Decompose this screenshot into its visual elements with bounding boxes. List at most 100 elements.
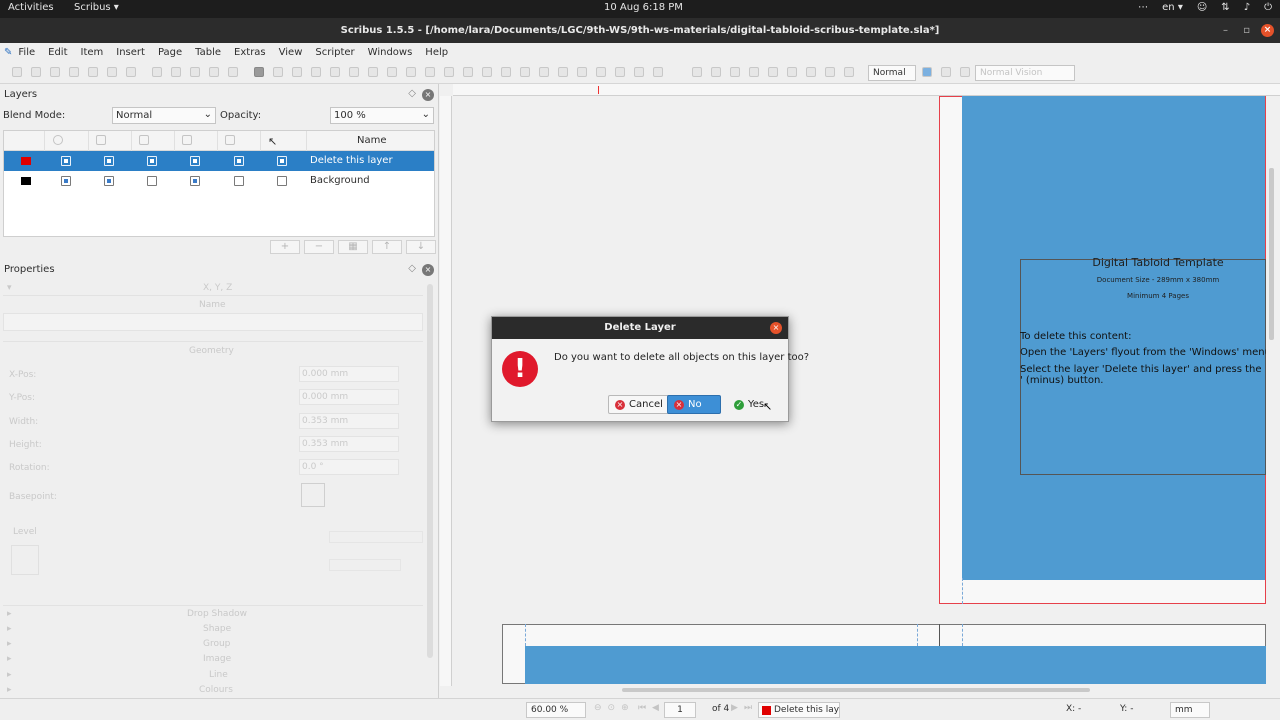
level-arrows-icon[interactable] [11,545,39,575]
first-page-icon[interactable]: ⏮ [638,703,646,713]
collapse-arrow-icon[interactable]: ▸ [7,609,12,619]
cut-icon[interactable] [190,67,200,77]
vertical-scrollbar[interactable] [1269,168,1274,340]
rotation-field[interactable]: 0.0 ° [299,459,399,475]
view-mode-select[interactable]: Normal [868,65,916,81]
shape-section[interactable]: Shape [203,624,231,634]
menu-table[interactable]: Table [195,47,221,58]
print-icon[interactable] [88,67,98,77]
collapse-arrow-icon[interactable]: ▸ [7,639,12,649]
polygon-icon[interactable] [368,67,378,77]
paste-icon[interactable] [228,67,238,77]
horizontal-ruler[interactable] [453,84,1280,96]
menu-scripter[interactable]: Scripter [315,47,354,58]
rotate-icon[interactable] [501,67,511,77]
zoom-field[interactable]: 60.00 % [526,702,586,718]
pdf-list-box-icon[interactable] [768,67,778,77]
layer-outline-checkbox[interactable] [234,156,244,166]
open-document-icon[interactable] [31,67,41,77]
layer-select-checkbox[interactable] [277,176,287,186]
dialog-close-icon[interactable]: × [770,322,782,334]
table-icon[interactable] [330,67,340,77]
menu-dots-icon[interactable]: ⋯ [1138,2,1148,13]
properties-scrollbar[interactable] [427,284,433,658]
vision-select[interactable]: Normal Vision [975,65,1075,81]
close-properties-panel-icon[interactable]: × [422,264,434,276]
spiral-icon[interactable] [406,67,416,77]
bezier-icon[interactable] [444,67,454,77]
collapse-arrow-icon[interactable]: ▸ [7,670,12,680]
layer-name[interactable]: Delete this layer [310,155,393,166]
menu-page[interactable]: Page [158,47,182,58]
link-frames-icon[interactable] [577,67,587,77]
preview-mode-icon[interactable] [941,67,951,77]
export-pdf-icon[interactable] [126,67,136,77]
preview-icon[interactable] [844,67,854,77]
preflight-icon[interactable] [107,67,117,77]
text-annotation-icon[interactable] [787,67,797,77]
menu-windows[interactable]: Windows [368,47,413,58]
link-annotation-icon[interactable] [806,67,816,77]
menu-insert[interactable]: Insert [116,47,145,58]
layer-print-checkbox[interactable] [104,156,114,166]
no-button[interactable]: × No [667,395,721,414]
select-column-icon[interactable]: ↖ [268,135,278,148]
activities-button[interactable]: Activities [8,2,54,13]
colours-section[interactable]: Colours [199,685,233,695]
pdf-push-button-icon[interactable] [692,67,702,77]
line-icon[interactable] [425,67,435,77]
drop-shadow-section[interactable]: Drop Shadow [187,609,247,619]
last-page-icon[interactable]: ⏭ [744,703,752,713]
collapse-arrow-icon[interactable]: ▸ [7,624,12,634]
image-section[interactable]: Image [203,654,231,664]
new-document-icon[interactable] [12,67,22,77]
zoom-buttons-icon[interactable]: ⊖⊙⊕ [594,703,635,713]
layer-name[interactable]: Background [310,175,370,186]
y-pos-field[interactable]: 0.000 mm [299,389,399,405]
cancel-button[interactable]: × Cancel [608,395,670,414]
pdf-checkbox-icon[interactable] [730,67,740,77]
menu-file[interactable]: File [18,47,35,58]
shape-icon[interactable] [349,67,359,77]
minimize-icon[interactable]: – [1223,18,1228,43]
system-tray[interactable]: ⋯ en ▾ ☺ ⇅ ♪ ⏻ [1138,2,1272,13]
width-field[interactable]: 0.353 mm [299,413,399,429]
eyedropper-icon[interactable] [653,67,663,77]
image-frame-icon[interactable] [292,67,302,77]
maximize-icon[interactable]: ▫ [1243,18,1250,43]
duplicate-layer-button[interactable]: ▦ [338,240,368,254]
previous-page-icon[interactable]: ◀ [652,703,659,713]
menu-help[interactable]: Help [425,47,448,58]
next-page-icon[interactable]: ▶ [731,703,738,713]
chevron-down-icon[interactable]: ⌄ [422,109,430,120]
layer-lock-checkbox[interactable] [147,176,157,186]
edit-mode-icon[interactable] [960,67,970,77]
flow-column-icon[interactable] [182,135,192,145]
group-section[interactable]: Group [203,639,230,649]
layer-visible-checkbox[interactable] [61,156,71,166]
float-panel-icon[interactable]: ◇ [408,88,416,99]
collapse-arrow-icon[interactable]: ▸ [7,685,12,695]
window-close-icon[interactable]: × [1261,24,1274,37]
menu-view[interactable]: View [279,47,303,58]
unlink-frames-icon[interactable] [596,67,606,77]
text-frame-icon[interactable] [273,67,283,77]
clock[interactable]: 10 Aug 6:18 PM [604,2,683,13]
power-icon[interactable]: ⏻ [1264,2,1272,13]
layer-color-swatch[interactable] [21,177,31,185]
collapse-arrow-icon[interactable]: ▾ [7,283,12,293]
calligraphic-icon[interactable] [482,67,492,77]
vertical-ruler[interactable] [440,96,452,686]
lock-column-icon[interactable] [139,135,149,145]
color-management-icon[interactable] [922,67,932,77]
raise-layer-button[interactable]: ↑ [372,240,402,254]
copy-properties-icon[interactable] [634,67,644,77]
print-column-icon[interactable] [96,135,106,145]
edit-contents-icon[interactable] [539,67,549,77]
x-pos-field[interactable]: 0.000 mm [299,366,399,382]
layer-row-delete-this-layer[interactable]: Delete this layer [4,151,434,171]
line-section[interactable]: Line [209,670,228,680]
lower-layer-button[interactable]: ↓ [406,240,436,254]
edit-text-icon[interactable] [558,67,568,77]
layer-visible-checkbox[interactable] [61,176,71,186]
